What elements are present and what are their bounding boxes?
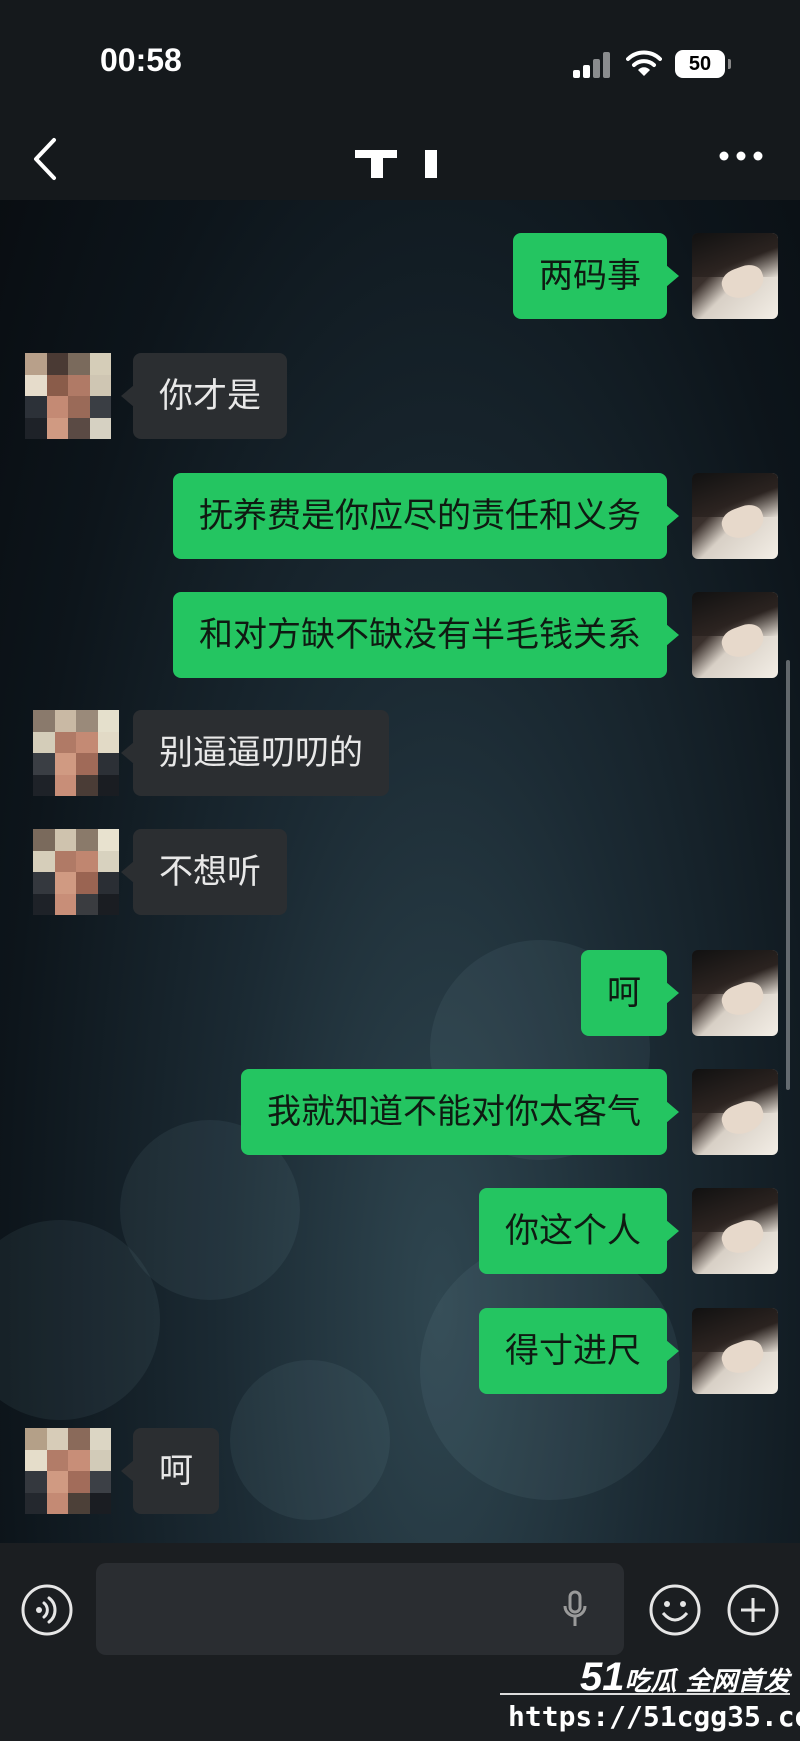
- my-avatar[interactable]: [692, 473, 778, 559]
- my-avatar[interactable]: [692, 1069, 778, 1155]
- message-bubble-outgoing[interactable]: 呵: [581, 950, 679, 1036]
- message-input[interactable]: [96, 1563, 624, 1655]
- my-avatar[interactable]: [692, 1188, 778, 1274]
- contact-avatar[interactable]: [25, 353, 111, 439]
- contact-avatar[interactable]: [33, 710, 119, 796]
- chat-header: [0, 120, 800, 200]
- my-avatar[interactable]: [692, 233, 778, 319]
- emoji-icon[interactable]: [648, 1583, 702, 1637]
- battery-indicator: 50: [675, 50, 731, 78]
- message-bubble-outgoing[interactable]: 我就知道不能对你太客气: [241, 1069, 679, 1155]
- chat-title-redacted: [371, 150, 383, 178]
- chat-title-redacted: [425, 150, 437, 178]
- my-avatar[interactable]: [692, 1308, 778, 1394]
- message-bubble-outgoing[interactable]: 和对方缺不缺没有半毛钱关系: [173, 592, 679, 678]
- message-bubble-incoming[interactable]: 别逼逼叨叨的: [121, 710, 389, 796]
- wifi-icon: [626, 50, 662, 76]
- my-avatar[interactable]: [692, 592, 778, 678]
- chat-screen: 00:58 50 两码事 你才是 抚养费是你应尽的责任和义务 和对方缺不缺没有半…: [0, 0, 800, 1741]
- back-arrow-icon[interactable]: [30, 134, 60, 184]
- microphone-icon[interactable]: [562, 1590, 588, 1630]
- background-bokeh: [230, 1360, 390, 1520]
- my-avatar[interactable]: [692, 950, 778, 1036]
- contact-avatar[interactable]: [25, 1428, 111, 1514]
- status-bar: 00:58 50: [0, 0, 800, 120]
- voice-mode-icon[interactable]: [20, 1583, 74, 1637]
- message-bubble-outgoing[interactable]: 两码事: [513, 233, 679, 319]
- message-bubble-outgoing[interactable]: 得寸进尺: [479, 1308, 679, 1394]
- more-options-icon[interactable]: [718, 148, 764, 164]
- watermark-url: https://51cgg35.com: [508, 1700, 800, 1733]
- message-bubble-incoming[interactable]: 呵: [121, 1428, 219, 1514]
- chat-scrollbar[interactable]: [786, 660, 790, 1090]
- message-bubble-incoming[interactable]: 不想听: [121, 829, 287, 915]
- cellular-signal-icon: [573, 52, 613, 78]
- contact-avatar[interactable]: [33, 829, 119, 915]
- plus-icon[interactable]: [726, 1583, 780, 1637]
- message-bubble-outgoing[interactable]: 你这个人: [479, 1188, 679, 1274]
- status-time: 00:58: [100, 42, 182, 78]
- watermark-divider: [500, 1693, 790, 1695]
- message-bubble-incoming[interactable]: 你才是: [121, 353, 287, 439]
- message-bubble-outgoing[interactable]: 抚养费是你应尽的责任和义务: [173, 473, 679, 559]
